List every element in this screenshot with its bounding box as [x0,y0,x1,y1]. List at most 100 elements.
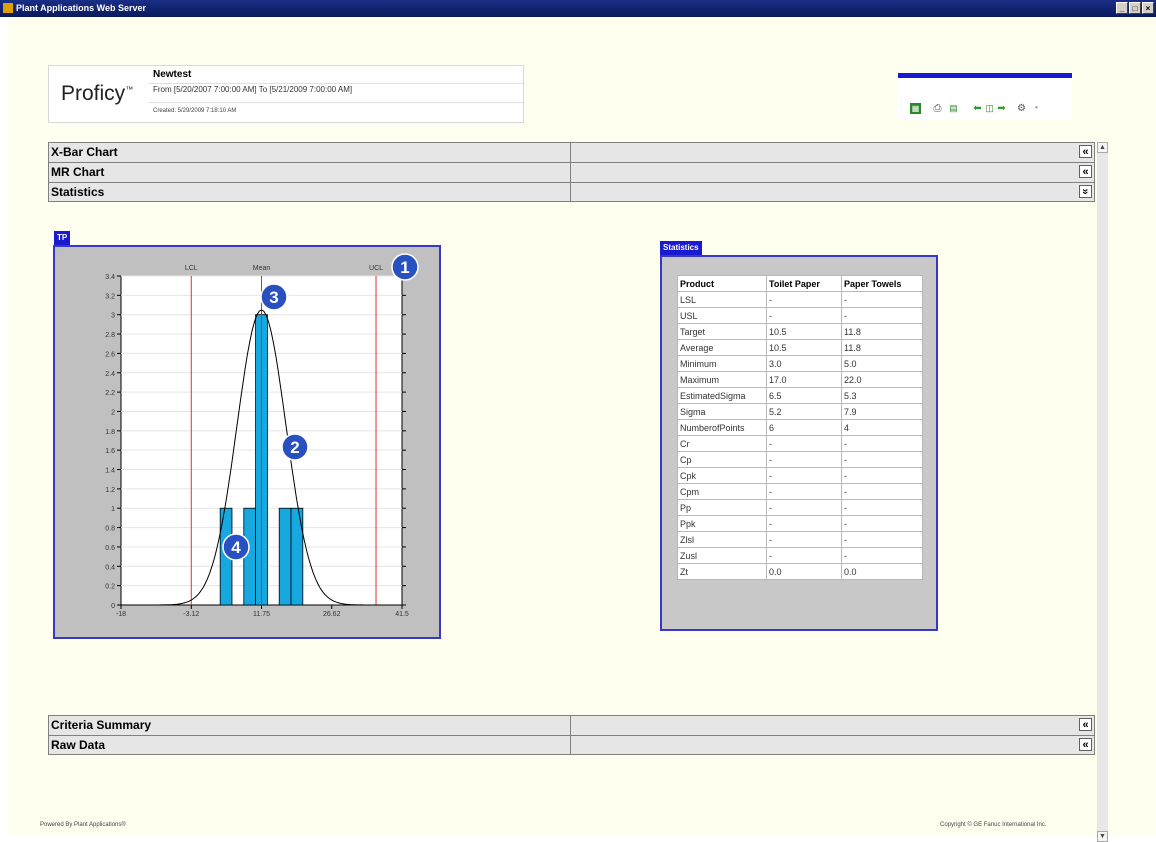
table-row: Target 10.5 11.8 [677,323,923,340]
table-row: Cpm - - [677,483,923,500]
table-cell: 10.5 [766,339,842,356]
table-cell: 6.5 [766,387,842,404]
table-cell: Minimum [677,355,767,372]
vertical-scrollbar[interactable]: ▲ ▼ [1097,142,1108,842]
divider [149,83,523,84]
export-icon[interactable]: ▤ [948,103,959,114]
table-cell: LSL [677,291,767,308]
forward-icon[interactable]: ➡ [996,103,1007,114]
table-row: Pp - - [677,499,923,516]
settings-icon[interactable]: ⚙ [1016,103,1027,114]
callout-number: 1 [400,258,409,277]
expand-icon[interactable]: « [1079,738,1092,751]
table-row: LSL - - [677,291,923,308]
table-cell: 7.9 [841,403,923,420]
table-row: USL - - [677,307,923,324]
table-row: EstimatedSigma 6.5 5.3 [677,387,923,404]
help-icon[interactable]: ◔ [1030,103,1041,114]
table-cell: 0.0 [841,563,923,580]
calendar-icon[interactable]: ◫ [984,103,995,114]
table-cell: 6 [766,419,842,436]
table-cell: Target [677,323,767,340]
y-tick-label: 2.2 [105,390,115,397]
minimize-button[interactable]: _ [1116,2,1128,14]
table-cell: - [766,467,842,484]
report-toolbar: ▦ ⎙ ▤ ⬅ ◫ ➡ ⚙ ◔ [898,73,1072,120]
section-mr-chart[interactable]: MR Chart « [48,162,1095,182]
y-tick-label: 2 [111,409,115,416]
app-icon [3,3,13,13]
y-tick-label: 2.6 [105,351,115,358]
x-tick-label: 11.75 [253,611,270,618]
scroll-down-button[interactable]: ▼ [1097,831,1108,842]
table-cell: - [841,307,923,324]
divider [570,163,571,182]
table-cell: - [841,291,923,308]
table-cell: Average [677,339,767,356]
table-cell: Cpm [677,483,767,500]
x-tick-label: 41.5 [395,611,409,618]
window-controls: _ □ × [1116,2,1154,14]
table-cell: Zt [677,563,767,580]
callout-number: 3 [269,288,278,307]
back-icon[interactable]: ⬅ [972,103,983,114]
y-tick-label: 3.4 [105,274,115,281]
table-row: Average 10.5 11.8 [677,339,923,356]
table-cell: 4 [841,419,923,436]
window-titlebar: Plant Applications Web Server _ □ × [0,0,1156,17]
table-cell: Cr [677,435,767,452]
callout-number: 4 [231,538,241,557]
table-row: Zusl - - [677,547,923,564]
proficy-logo: Proficy™ [61,82,134,105]
table-cell: USL [677,307,767,324]
footer-powered-by: Powered By Plant Applications® [40,822,126,828]
divider [570,183,571,201]
report-header: Proficy™ Newtest From [5/20/2007 7:00:00… [48,65,524,123]
section-label: MR Chart [51,165,105,179]
table-cell: - [841,515,923,532]
table-cell: - [766,531,842,548]
column-header: Product [677,275,767,292]
y-tick-label: 2.4 [105,371,115,378]
y-tick-label: 1.6 [105,448,115,455]
table-row: Sigma 5.2 7.9 [677,403,923,420]
table-cell: 3.0 [766,355,842,372]
table-row: Cpk - - [677,467,923,484]
callout-number: 2 [290,438,299,457]
section-criteria-summary[interactable]: Criteria Summary « [48,715,1095,735]
expand-icon[interactable]: « [1079,165,1092,178]
expand-icon[interactable]: « [1079,718,1092,731]
scroll-up-button[interactable]: ▲ [1097,142,1108,153]
table-cell: 10.5 [766,323,842,340]
table-cell: Pp [677,499,767,516]
table-cell: 11.8 [841,339,923,356]
statistics-panel: Product Toilet Paper Paper Towels LSL - - U… [660,255,938,631]
table-header-row: Product Toilet Paper Paper Towels [677,275,923,292]
table-cell: - [841,531,923,548]
maximize-button[interactable]: □ [1129,2,1141,14]
histogram-chart: 0 0.2 0.4 0.6 0.8 1 1.2 1.4 1.6 1.8 2 2.2 2.4 2.6 2.8 3… [105,253,419,618]
table-cell: - [766,499,842,516]
table-cell: 0.0 [766,563,842,580]
section-statistics[interactable]: Statistics » [48,182,1095,202]
reference-label-ucl: UCL [369,265,383,272]
x-tick-label: -3.12 [183,611,199,618]
y-tick-label: 2.8 [105,332,115,339]
section-label: X-Bar Chart [51,145,118,159]
divider [570,736,571,754]
table-cell: 17.0 [766,371,842,388]
y-tick-label: 0.4 [105,564,115,571]
excel-icon[interactable]: ▦ [910,103,921,114]
table-cell: - [766,435,842,452]
table-cell: Zlsl [677,531,767,548]
section-raw-data[interactable]: Raw Data « [48,735,1095,755]
expand-icon[interactable]: « [1079,145,1092,158]
table-cell: 22.0 [841,371,923,388]
section-x-bar-chart[interactable]: X-Bar Chart « [48,142,1095,162]
print-icon[interactable]: ⎙ [932,103,943,114]
table-cell: - [766,515,842,532]
close-button[interactable]: × [1142,2,1154,14]
x-tick-label: 26.62 [323,611,341,618]
y-tick-label: 0.2 [105,584,115,591]
collapse-icon[interactable]: » [1079,185,1092,198]
